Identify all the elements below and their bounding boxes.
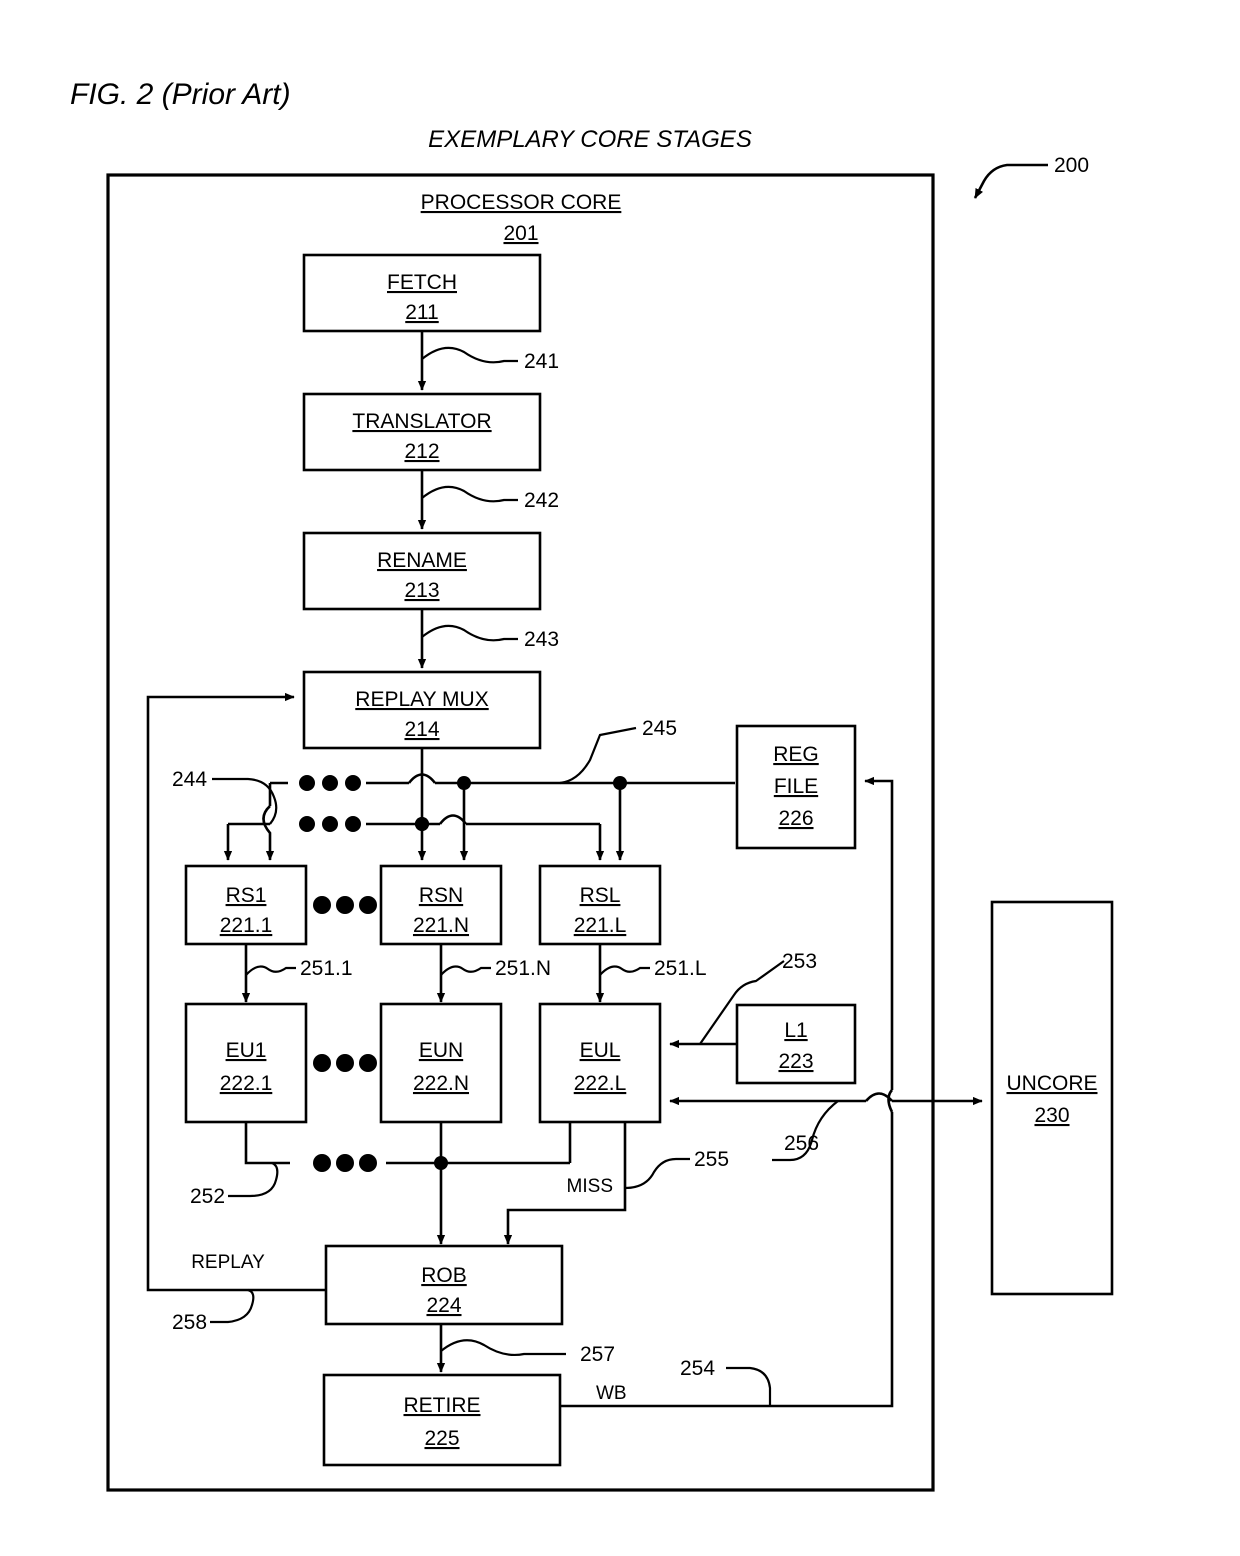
ref-257: 257 xyxy=(580,1343,615,1366)
leader-244 xyxy=(212,777,278,825)
processor-core-label: PROCESSOR CORE xyxy=(421,191,622,214)
block-l1[interactable]: L1 223 xyxy=(735,1003,857,1085)
ref-251-l: 251.L xyxy=(654,957,707,980)
leader-251-1 xyxy=(245,965,296,976)
block-rsl[interactable]: RSL 221.L xyxy=(538,864,662,946)
ref-241: 241 xyxy=(524,350,559,373)
edge-wb-return-up xyxy=(864,776,894,1090)
block-eu1-ref: 222.1 xyxy=(220,1072,273,1095)
block-fetch-name: FETCH xyxy=(387,271,457,294)
block-rob-name: ROB xyxy=(421,1264,467,1287)
junction-bottombus-rsn xyxy=(415,817,429,831)
junction-topbus-rsn xyxy=(457,776,471,790)
bus-bottom-hop xyxy=(438,814,468,825)
block-rob[interactable]: ROB 224 xyxy=(324,1244,564,1326)
ref-258: 258 xyxy=(172,1311,207,1334)
block-replay-mux-name: REPLAY MUX xyxy=(355,688,488,711)
leader-255 xyxy=(726,1366,772,1406)
block-uncore-name: UNCORE xyxy=(1006,1072,1097,1095)
block-rsl-ref: 221.L xyxy=(574,914,627,937)
leader-258 xyxy=(210,1288,255,1324)
edge-bus-to-rs1-b2 xyxy=(262,805,275,861)
ref-242: 242 xyxy=(524,489,559,512)
block-l1-ref: 223 xyxy=(778,1050,813,1073)
leader-251-l xyxy=(599,965,650,976)
block-rob-ref: 224 xyxy=(426,1294,461,1317)
block-uncore[interactable]: UNCORE 230 xyxy=(990,900,1114,1296)
leader-242 xyxy=(421,485,518,503)
result-bus-ellipsis xyxy=(313,1154,377,1172)
bus-top-ellipsis xyxy=(299,775,361,791)
block-uncore-ref: 230 xyxy=(1034,1104,1069,1127)
ref-255: 254 xyxy=(680,1357,715,1380)
block-retire-ref: 225 xyxy=(424,1427,459,1450)
block-replay-mux[interactable]: REPLAY MUX 214 xyxy=(302,670,542,750)
block-retire[interactable]: RETIRE 225 xyxy=(322,1373,562,1467)
leader-252 xyxy=(228,1161,279,1198)
junction-topbus-rsl xyxy=(613,776,627,790)
block-rsn-ref: 221.N xyxy=(413,914,469,937)
block-translator-name: TRANSLATOR xyxy=(352,410,491,433)
block-fetch-ref: 211 xyxy=(405,301,438,324)
leader-257 xyxy=(440,1339,566,1357)
block-retire-name: RETIRE xyxy=(403,1394,480,1417)
block-eul[interactable]: EUL 222.L xyxy=(538,1002,662,1124)
ref-254: 253 xyxy=(782,950,817,973)
block-reg-file-name: REG xyxy=(773,743,819,766)
block-rename[interactable]: RENAME 213 xyxy=(302,531,542,611)
overall-ref-number: 200 xyxy=(1054,154,1089,177)
block-eu1-name: EU1 xyxy=(226,1039,267,1062)
ref-245: 245 xyxy=(642,717,677,740)
ref-243: 243 xyxy=(524,628,559,651)
signal-replay-label: REPLAY xyxy=(191,1252,265,1273)
ref-256: 256 xyxy=(784,1132,819,1155)
block-reg-file[interactable]: REG FILE 226 xyxy=(735,724,857,850)
bus-bottom-ellipsis xyxy=(299,816,361,832)
block-translator-ref: 212 xyxy=(404,440,439,463)
leader-253 xyxy=(624,1157,690,1190)
block-translator[interactable]: TRANSLATOR 212 xyxy=(302,392,542,472)
leader-245 xyxy=(559,726,637,785)
overall-ref-leader xyxy=(973,163,1048,199)
edge-eu1-to-resultbus xyxy=(244,1122,290,1165)
block-reg-file-ref: 226 xyxy=(778,807,813,830)
block-rs1-ref: 221.1 xyxy=(220,914,273,937)
leader-251-n xyxy=(440,965,491,976)
block-rsn-name: RSN xyxy=(419,884,463,907)
ref-251-n: 251.N xyxy=(495,957,551,980)
figure-canvas: FIG. 2 (Prior Art) EXEMPLARY CORE STAGES… xyxy=(0,0,1240,1556)
ref-251-1: 251.1 xyxy=(300,957,353,980)
diagram-title: EXEMPLARY CORE STAGES xyxy=(428,126,752,153)
block-rsn[interactable]: RSN 221.N xyxy=(379,864,503,946)
signal-miss-label: MISS xyxy=(567,1176,613,1197)
leader-241 xyxy=(421,346,518,364)
block-eu1[interactable]: EU1 222.1 xyxy=(184,1002,308,1124)
signal-wb-label: WB xyxy=(596,1383,627,1404)
leader-243 xyxy=(421,624,518,642)
block-rsl-name: RSL xyxy=(580,884,621,907)
block-rs1-name: RS1 xyxy=(226,884,267,907)
block-eul-ref: 222.L xyxy=(574,1072,627,1095)
rs-row-ellipsis xyxy=(313,896,377,914)
block-l1-name: L1 xyxy=(784,1019,807,1042)
ref-252: 252 xyxy=(190,1185,225,1208)
block-reg-file-name2: FILE xyxy=(774,775,818,798)
ref-253: 255 xyxy=(694,1148,729,1171)
block-replay-mux-ref: 214 xyxy=(404,718,439,741)
block-rename-name: RENAME xyxy=(377,549,467,572)
block-rename-ref: 213 xyxy=(404,579,439,602)
block-eul-name: EUL xyxy=(580,1039,621,1062)
processor-core-ref: 201 xyxy=(503,222,538,245)
block-rs1[interactable]: RS1 221.1 xyxy=(184,864,308,946)
block-eun-ref: 222.N xyxy=(413,1072,469,1095)
ref-244: 244 xyxy=(172,768,207,791)
figure-label: FIG. 2 (Prior Art) xyxy=(70,78,291,111)
block-eun-name: EUN xyxy=(419,1039,463,1062)
block-fetch[interactable]: FETCH 211 xyxy=(302,253,542,333)
block-eun[interactable]: EUN 222.N xyxy=(379,1002,503,1124)
eu-row-ellipsis xyxy=(313,1054,377,1072)
